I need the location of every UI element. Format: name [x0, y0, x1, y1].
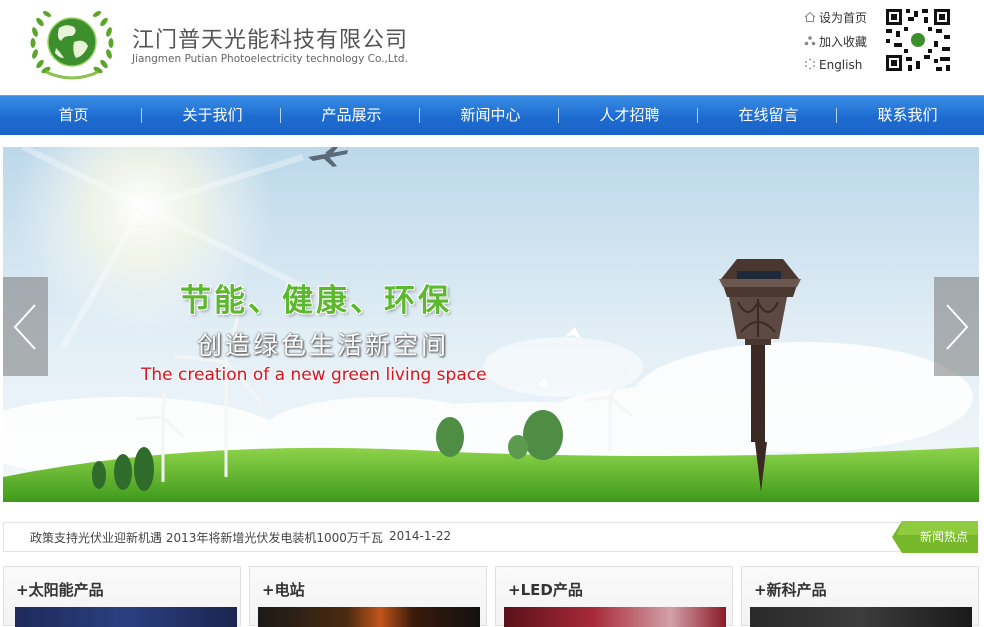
nav-jobs[interactable]: 人才招聘	[560, 96, 699, 136]
qr-code	[884, 7, 952, 73]
chevron-left-icon	[13, 304, 36, 350]
site-header: 江门普天光能科技有限公司 Jiangmen Putian Photoelectr…	[0, 0, 984, 95]
product-title-led[interactable]: +LED产品	[508, 579, 583, 600]
nav-divider	[141, 108, 142, 123]
news-hot-tag-label: 新闻热点	[919, 530, 968, 544]
add-bookmark-label: 加入收藏	[819, 34, 868, 49]
nav-divider	[280, 108, 281, 123]
hero-banner	[3, 147, 979, 502]
main-nav: 首页 关于我们 产品展示 新闻中心 人才招聘 在线留言 联系我们	[0, 95, 984, 135]
nav-divider	[697, 108, 698, 123]
news-headline-link[interactable]: 政策支持光伏业迎新机遇 2013年将新增光伏发电装机1000万千瓦	[30, 529, 383, 546]
company-name-en: Jiangmen Putian Photoelectricity technol…	[132, 53, 408, 65]
nav-home[interactable]: 首页	[4, 96, 143, 136]
nav-contact[interactable]: 联系我们	[838, 96, 977, 136]
banner-slogan-cn-sub: 创造绿色生活新空间	[197, 331, 450, 360]
product-box-station: +电站	[249, 566, 487, 627]
english-label: English	[819, 57, 863, 72]
product-box-solar: +太阳能产品	[3, 566, 241, 627]
add-bookmark-link[interactable]: 加入收藏	[803, 30, 867, 54]
product-title-station[interactable]: +电站	[262, 579, 305, 600]
chevron-right-icon	[946, 304, 969, 350]
nav-divider	[836, 108, 837, 123]
news-date: 2014-1-22	[389, 529, 452, 543]
product-thumbnail[interactable]	[750, 607, 972, 627]
news-hot-tag[interactable]: 新闻热点	[892, 521, 978, 553]
banner-slogan-en: The creation of a new green living space	[141, 365, 487, 385]
company-name-cn: 江门普天光能科技有限公司	[132, 28, 409, 53]
home-icon	[803, 11, 816, 24]
english-link[interactable]: English	[803, 53, 867, 77]
product-thumbnail[interactable]	[258, 607, 480, 627]
product-title-new[interactable]: +新科产品	[754, 579, 827, 600]
set-homepage-link[interactable]: 设为首页	[803, 6, 867, 30]
globe-laurel-logo[interactable]	[26, 8, 118, 80]
banner-next-button[interactable]	[934, 277, 979, 376]
news-ticker: 政策支持光伏业迎新机遇 2013年将新增光伏发电装机1000万千瓦 2014-1…	[3, 521, 978, 553]
globe-icon	[803, 58, 816, 71]
product-title-solar[interactable]: +太阳能产品	[16, 579, 104, 600]
nav-products[interactable]: 产品展示	[282, 96, 421, 136]
product-thumbnail[interactable]	[15, 607, 237, 627]
nav-about[interactable]: 关于我们	[143, 96, 282, 136]
bookmark-icon	[803, 35, 816, 48]
banner-slogan-cn: 节能、健康、环保	[180, 283, 452, 319]
set-homepage-label: 设为首页	[819, 11, 868, 26]
banner-prev-button[interactable]	[3, 277, 48, 376]
nav-message[interactable]: 在线留言	[699, 96, 838, 136]
product-box-led: +LED产品	[495, 566, 733, 627]
nav-divider	[419, 108, 420, 123]
quick-links: 设为首页 加入收藏 English	[803, 6, 867, 77]
product-thumbnail[interactable]	[504, 607, 726, 627]
nav-news[interactable]: 新闻中心	[421, 96, 560, 136]
nav-divider	[558, 108, 559, 123]
product-box-new: +新科产品	[741, 566, 979, 627]
